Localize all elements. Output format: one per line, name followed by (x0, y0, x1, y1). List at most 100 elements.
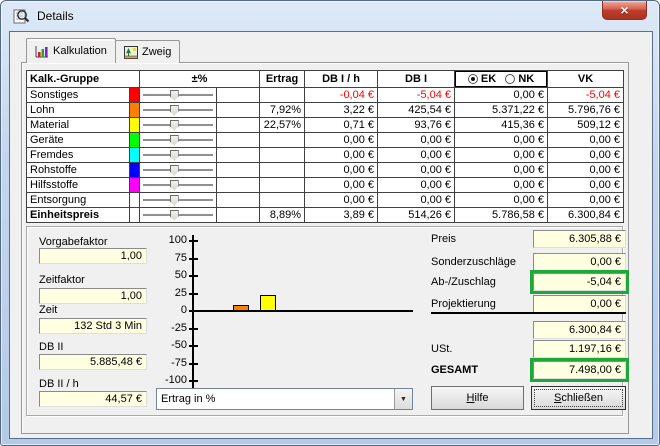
chart-metric-select[interactable]: Ertrag in % ▼ (156, 388, 413, 410)
ek-radio[interactable] (468, 74, 478, 84)
slider-thumb[interactable] (170, 150, 179, 161)
vk-cell: 509,12 € (548, 118, 624, 133)
chevron-down-icon[interactable]: ▼ (394, 389, 412, 409)
close-icon: × (620, 2, 628, 18)
y-tick-label: 25 (157, 287, 187, 299)
ek-cell: 0,00 € (455, 88, 548, 103)
field-label: DB II / h (39, 378, 79, 390)
dbi-cell: 0,00 € (378, 133, 455, 148)
pct-slider-cell (140, 193, 217, 208)
chart-zero-line (193, 310, 413, 312)
slider-thumb[interactable] (170, 105, 179, 116)
field-label: Preis (431, 233, 456, 245)
y-tick-label: -75 (157, 357, 187, 369)
color-swatch (130, 148, 140, 163)
value-field[interactable]: 132 Std 3 Min (39, 318, 147, 334)
help-button[interactable]: Hilfe (431, 386, 524, 410)
slider-thumb[interactable] (170, 165, 179, 176)
table-row: Lohn7,92%3,22 €425,54 €5.371,22 €5.796,7… (27, 103, 624, 118)
details-dialog: Details × Kalkulation (0, 0, 660, 446)
row-label: Material (27, 118, 130, 133)
value-field[interactable]: 1.197,16 € (533, 340, 626, 358)
value-field[interactable]: 1,00 (39, 248, 147, 264)
dbi-cell: 425,54 € (378, 103, 455, 118)
field-label: Zeit (39, 304, 57, 316)
pct-slider[interactable] (142, 120, 214, 131)
nk-radio[interactable] (505, 74, 515, 84)
y-tick-label: 50 (157, 269, 187, 281)
field-label: Zeitfaktor (39, 274, 85, 286)
slider-thumb[interactable] (170, 90, 179, 101)
slider-thumb[interactable] (170, 135, 179, 146)
schliessen-button[interactable]: Schließen (531, 386, 626, 410)
title-bar[interactable]: Details × (1, 1, 659, 31)
value-field[interactable]: 44,57 € (39, 391, 147, 407)
col-header-pct: ±% (140, 71, 260, 88)
pct-slider[interactable] (142, 195, 214, 206)
y-tick-mark (189, 345, 198, 347)
vk-cell: 6.300,84 € (548, 208, 624, 223)
table-row: Sonstiges-0,04 €-5,04 €0,00 €-5,04 € (27, 88, 624, 103)
pct-slider[interactable] (142, 135, 214, 146)
ek-cell: 415,36 € (455, 118, 548, 133)
vk-cell: 5.796,76 € (548, 103, 624, 118)
vk-cell: 0,00 € (548, 193, 624, 208)
ertrag-cell: 7,92% (260, 103, 305, 118)
slider-thumb[interactable] (170, 195, 179, 206)
pct-slider[interactable] (142, 165, 214, 176)
pct-value-cell (217, 163, 260, 178)
value-field[interactable]: 0,00 € (533, 253, 626, 271)
pct-slider[interactable] (142, 210, 214, 221)
tab-kalkulation[interactable]: Kalkulation (26, 38, 116, 63)
slider-thumb[interactable] (170, 120, 179, 131)
tab-zweig[interactable]: Zweig (115, 40, 180, 63)
pct-value-cell (217, 118, 260, 133)
value-field[interactable]: 7.498,00 € (533, 361, 626, 379)
dbi-cell: 93,76 € (378, 118, 455, 133)
slider-thumb[interactable] (170, 180, 179, 191)
table-row: Geräte0,00 €0,00 €0,00 €0,00 € (27, 133, 624, 148)
dbih-cell: 0,00 € (305, 163, 378, 178)
value-field[interactable]: 5.885,48 € (39, 354, 147, 370)
chart-bar (233, 305, 249, 311)
table-row: Entsorgung0,00 €0,00 €0,00 €0,00 € (27, 193, 624, 208)
row-label: Hilfsstoffe (27, 178, 130, 193)
ek-cell: 0,00 € (455, 148, 548, 163)
value-field[interactable]: 6.305,88 € (533, 230, 626, 248)
calculation-table: Kalk.-Gruppe ±% Ertrag DB I / h DB I EK … (26, 70, 624, 223)
field-label: Ab-/Zuschlag (431, 276, 496, 288)
tab-kalkulation-label: Kalkulation (53, 45, 107, 57)
row-label: Entsorgung (27, 193, 130, 208)
pct-value-cell (217, 88, 260, 103)
table-row: Fremdes0,00 €0,00 €0,00 €0,00 € (27, 148, 624, 163)
pct-slider[interactable] (142, 90, 214, 101)
value-field[interactable]: 0,00 € (533, 295, 626, 313)
pct-slider[interactable] (142, 180, 214, 191)
chart-bar (260, 295, 276, 311)
value-field[interactable]: 6.300,84 € (533, 321, 626, 339)
color-swatch (130, 133, 140, 148)
color-swatch (130, 103, 140, 118)
y-tick-label: -100 (157, 374, 187, 386)
row-label: Geräte (27, 133, 130, 148)
dbih-cell: 3,89 € (305, 208, 378, 223)
table-row: Material22,57%0,71 €93,76 €415,36 €509,1… (27, 118, 624, 133)
y-tick-label: -25 (157, 322, 187, 334)
ek-radio-label: EK (481, 73, 496, 85)
value-field[interactable]: -5,04 € (533, 273, 626, 291)
y-tick-mark (189, 380, 198, 382)
nk-radio-label: NK (518, 73, 534, 85)
pct-value-cell (217, 133, 260, 148)
close-button[interactable]: × (602, 1, 647, 20)
value-field[interactable]: 1,00 (39, 288, 147, 304)
dbih-cell: 0,00 € (305, 178, 378, 193)
slider-thumb[interactable] (170, 210, 179, 221)
y-tick-mark (189, 275, 198, 277)
pct-slider-cell (140, 163, 217, 178)
ek-cell: 5.786,58 € (455, 208, 548, 223)
pct-slider[interactable] (142, 105, 214, 116)
tree-image-icon (124, 46, 138, 59)
pct-slider[interactable] (142, 150, 214, 161)
y-tick-label: -50 (157, 339, 187, 351)
dbih-cell: 0,00 € (305, 133, 378, 148)
